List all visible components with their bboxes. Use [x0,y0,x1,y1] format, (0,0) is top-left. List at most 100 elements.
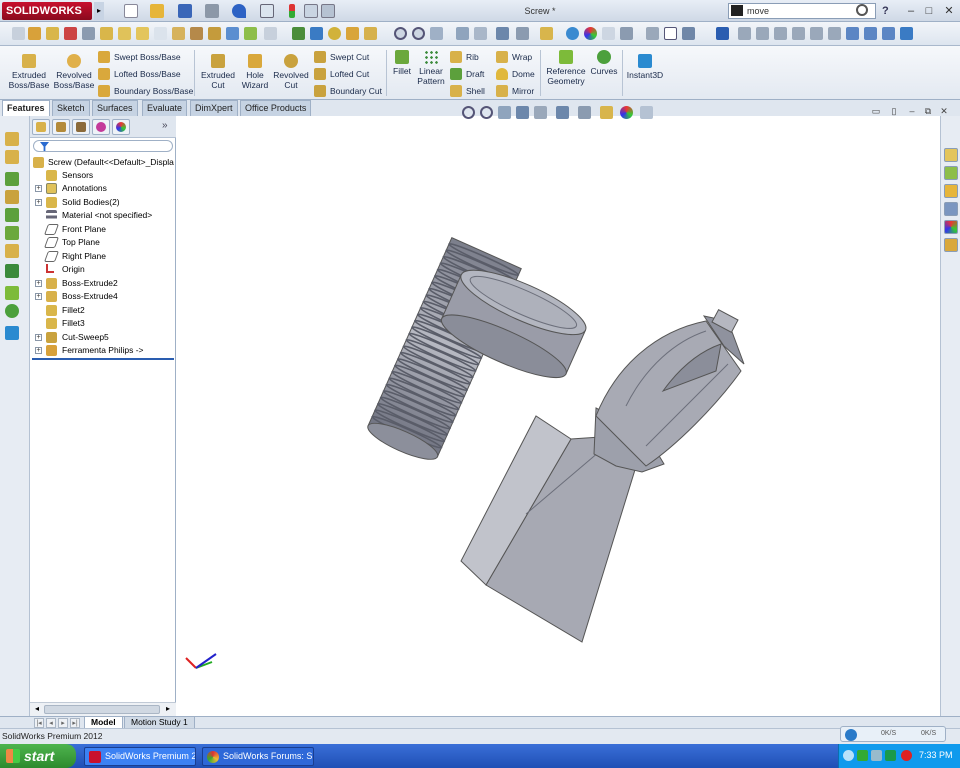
view-top-icon[interactable] [810,27,823,40]
shell-button[interactable]: Shell [450,84,485,98]
feature-c-icon[interactable] [328,27,341,40]
next-tab-icon[interactable]: ▸ [58,718,68,728]
tree-item-right-plane[interactable]: Right Plane [30,250,176,263]
previous-view-icon[interactable] [498,106,511,119]
spell-check-icon[interactable] [12,27,25,40]
print-icon[interactable] [205,4,219,18]
hide-show-icon[interactable] [540,27,553,40]
expand-toggle[interactable]: + [35,280,42,287]
apply-scene-icon[interactable] [640,106,653,119]
view-front-icon[interactable] [738,27,751,40]
edit-appearance-icon[interactable] [620,106,633,119]
lofted-boss-button[interactable]: Lofted Boss/Base [98,67,181,81]
lt-shell-icon[interactable] [5,244,19,258]
tree-item-material[interactable]: Material <not specified> [30,209,176,222]
lt-draft-icon[interactable] [5,190,19,204]
lt-pattern-icon[interactable] [5,208,19,222]
view-back-icon[interactable] [756,27,769,40]
section-view-icon[interactable] [456,27,469,40]
tab-sketch[interactable]: Sketch [52,100,90,116]
linear-pattern-button[interactable]: Linear Pattern [414,50,448,86]
configurationmanager-tab[interactable] [72,119,90,135]
view-right-icon[interactable] [792,27,805,40]
feature-e-icon[interactable] [364,27,377,40]
boundary-boss-button[interactable]: Boundary Boss/Base [98,84,193,98]
swept-cut-button[interactable]: Swept Cut [314,50,369,64]
viewport-minimize-icon[interactable]: – [906,106,918,117]
lt-linear-pattern-icon[interactable] [5,264,19,278]
help-icon[interactable]: ? [882,5,896,17]
first-tab-icon[interactable]: |◂ [34,718,44,728]
feature-a-icon[interactable] [292,27,305,40]
tab-features[interactable]: Features [2,100,50,116]
solidworks-logo[interactable]: SOLIDWORKS [2,2,92,20]
propertymanager-tab[interactable] [52,119,70,135]
smart-dimension-icon[interactable] [28,27,41,40]
rollback-bar[interactable] [32,358,174,360]
dome-button[interactable]: Dome [496,67,535,81]
open-icon[interactable] [150,4,164,18]
view-left-icon[interactable] [774,27,787,40]
zoom-to-area-icon[interactable] [480,106,493,119]
options-icon[interactable] [321,4,335,18]
tree-item-ferramenta-philips[interactable]: + Ferramenta Philips -> [30,344,176,357]
tab-evaluate[interactable]: Evaluate [142,100,188,116]
save-icon[interactable] [178,4,192,18]
taskbar-solidworks[interactable]: SolidWorks Premium 2... [84,747,196,766]
file-explorer-icon[interactable] [944,184,958,198]
sigma-icon[interactable] [154,27,167,40]
custom-properties-icon[interactable] [944,238,958,252]
table-icon[interactable] [264,27,277,40]
search-icon[interactable] [856,4,868,16]
solidworks-resources-icon[interactable] [944,148,958,162]
zoom-to-fit-icon[interactable] [462,106,475,119]
scroll-left-icon[interactable]: ◂ [32,704,42,715]
tray-network-icon[interactable] [857,750,868,761]
tree-horizontal-scrollbar[interactable]: ◂ ▸ [30,702,176,716]
last-tab-icon[interactable]: ▸| [70,718,80,728]
lt-fillet-icon[interactable] [5,172,19,186]
tree-item-fillet2[interactable]: Fillet2 [30,304,176,317]
tray-monitor-icon[interactable] [871,750,882,761]
display-style-icon[interactable] [516,27,529,40]
curves-button[interactable]: Curves [588,50,620,76]
view-bottom-icon[interactable] [828,27,841,40]
featuremanager-tab[interactable] [32,119,50,135]
lt-curves-icon[interactable] [5,304,19,318]
viewport-split-icon[interactable]: ▯ [888,106,900,117]
link-view-icon[interactable] [900,27,913,40]
view-hidden-icon[interactable] [682,27,695,40]
tray-app-icon[interactable] [885,750,896,761]
surface-icon[interactable] [172,27,185,40]
view-wire-icon[interactable] [664,27,677,40]
view-iso-icon[interactable] [846,27,859,40]
tab-dimxpert[interactable]: DimXpert [190,100,238,116]
tree-item-front-plane[interactable]: Front Plane [30,223,176,236]
start-button[interactable]: start [0,744,76,768]
lt-mirror-icon[interactable] [5,226,19,240]
sheetmetal-icon[interactable] [244,27,257,40]
fillet-button[interactable]: Fillet [390,50,414,76]
viewport-restore-icon[interactable]: ⧉ [922,106,934,117]
reference-geometry-button[interactable]: Reference Geometry [544,50,588,86]
hide-show-items-icon[interactable] [600,106,613,119]
tree-filter-input[interactable] [33,140,173,152]
expand-toggle[interactable]: + [35,185,42,192]
tray-arrow-icon[interactable] [843,750,854,761]
mirror-button[interactable]: Mirror [496,84,534,98]
tree-item-solid-bodies[interactable]: + Solid Bodies(2) [30,196,176,209]
tree-item-fillet3[interactable]: Fillet3 [30,317,176,330]
revolved-boss-button[interactable]: Revolved Boss/Base [52,54,96,90]
scroll-thumb[interactable] [44,705,160,714]
lofted-cut-button[interactable]: Lofted Cut [314,67,369,81]
appearance-icon[interactable] [584,27,597,40]
tab-office-products[interactable]: Office Products [240,100,312,116]
view-shaded-icon[interactable] [646,27,659,40]
view-dimetric-icon[interactable] [864,27,877,40]
dynamic-annotation-icon[interactable] [474,27,487,40]
dimxpert-tab[interactable] [92,119,110,135]
boundary-cut-button[interactable]: Boundary Cut [314,84,382,98]
zoom-fit-icon[interactable] [394,27,407,40]
rebuild-icon[interactable] [289,4,295,18]
tree-item-top-plane[interactable]: Top Plane [30,236,176,249]
